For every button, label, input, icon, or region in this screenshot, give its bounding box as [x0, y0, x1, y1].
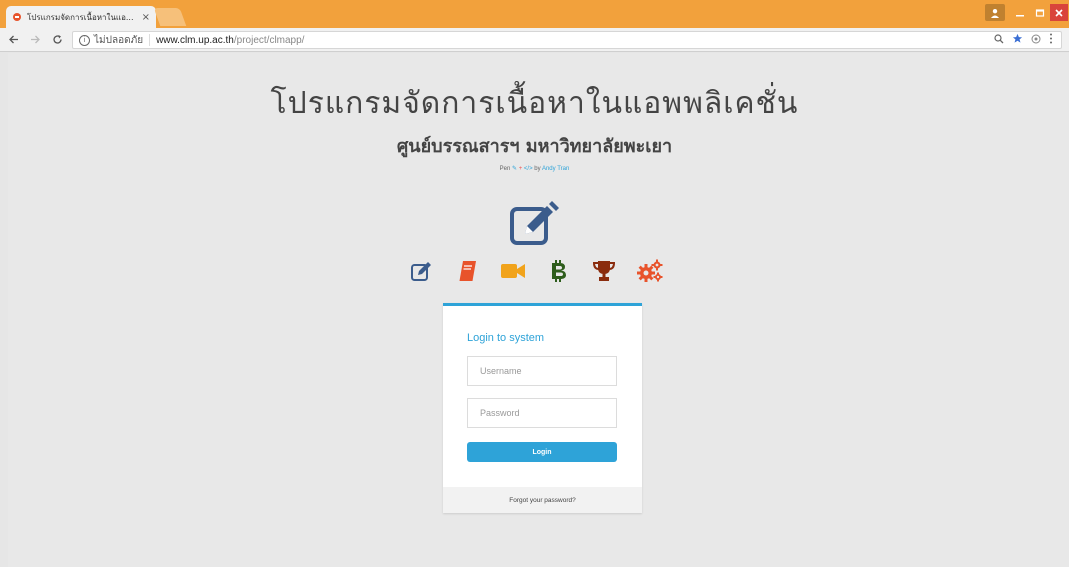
- card-accent-bar: [443, 303, 642, 306]
- url-text[interactable]: www.clm.up.ac.th/project/clmapp/: [150, 35, 304, 46]
- url-path: /project/clmapp/: [233, 34, 305, 46]
- pen-credit: Pen ✎ + </> by Andy Tran: [0, 165, 1069, 172]
- credit-prefix: Pen: [499, 166, 511, 172]
- username-input[interactable]: Username: [467, 356, 617, 386]
- login-button[interactable]: Login: [467, 442, 617, 462]
- browser-tab[interactable]: โปรแกรมจัดการเนื้อหาในแอ... ×: [6, 6, 156, 28]
- site-favicon-icon: [12, 12, 22, 22]
- trophy-icon[interactable]: [590, 257, 618, 285]
- reload-icon[interactable]: [48, 31, 66, 49]
- pencil-icon: ✎: [512, 166, 518, 172]
- back-arrow-icon[interactable]: [4, 31, 22, 49]
- edit-logo-icon: [509, 201, 561, 247]
- login-title: Login to system: [467, 332, 545, 344]
- page-title: โปรแกรมจัดการเนื้อหาในแอพพลิเคชั่น: [270, 86, 799, 121]
- site-security-indicator[interactable]: i ไม่ปลอดภัย: [73, 34, 151, 46]
- card-footer: Forgot your password?: [443, 487, 642, 513]
- security-label: ไม่ปลอดภัย: [94, 34, 144, 46]
- tab-title: โปรแกรมจัดการเนื้อหาในแอ...: [27, 12, 134, 22]
- browser-toolbar: i ไม่ปลอดภัย www.clm.up.ac.th/project/cl…: [0, 28, 1069, 52]
- login-card: Login to system Username Password Login …: [443, 303, 642, 513]
- credit-author-link[interactable]: Andy Tran: [542, 166, 569, 172]
- tab-close-icon[interactable]: ×: [142, 12, 150, 23]
- feature-icons-row: [408, 257, 664, 285]
- minimize-window-icon[interactable]: [1010, 4, 1030, 21]
- zoom-icon[interactable]: [994, 33, 1004, 47]
- new-tab-button[interactable]: [153, 8, 187, 26]
- password-input[interactable]: Password: [467, 398, 617, 428]
- plus-icon: +: [518, 166, 523, 172]
- gears-icon[interactable]: [636, 257, 664, 285]
- bookmark-star-icon[interactable]: [1012, 33, 1023, 47]
- page-subtitle: ศูนย์บรรณสารฯ มหาวิทยาลัยพะเยา: [396, 136, 673, 157]
- forgot-password-link[interactable]: Forgot your password?: [509, 497, 575, 504]
- edit-icon[interactable]: [408, 257, 436, 285]
- forward-arrow-icon[interactable]: [26, 31, 44, 49]
- book-icon[interactable]: [454, 257, 482, 285]
- user-profile-icon[interactable]: [985, 4, 1005, 21]
- close-window-icon[interactable]: [1050, 4, 1068, 21]
- info-icon: i: [79, 34, 90, 46]
- maximize-window-icon[interactable]: [1030, 4, 1050, 21]
- address-bar[interactable]: i ไม่ปลอดภัย www.clm.up.ac.th/project/cl…: [72, 31, 1062, 49]
- extension-icon[interactable]: [1031, 34, 1041, 47]
- video-camera-icon[interactable]: [499, 257, 527, 285]
- code-icon: </>: [523, 166, 533, 172]
- url-host: www.clm.up.ac.th: [156, 34, 234, 46]
- credit-by: by: [534, 166, 541, 172]
- bitcoin-icon[interactable]: [545, 257, 573, 285]
- menu-dots-icon[interactable]: [1049, 33, 1053, 47]
- browser-titlebar: โปรแกรมจัดการเนื้อหาในแอ... ×: [0, 0, 1069, 28]
